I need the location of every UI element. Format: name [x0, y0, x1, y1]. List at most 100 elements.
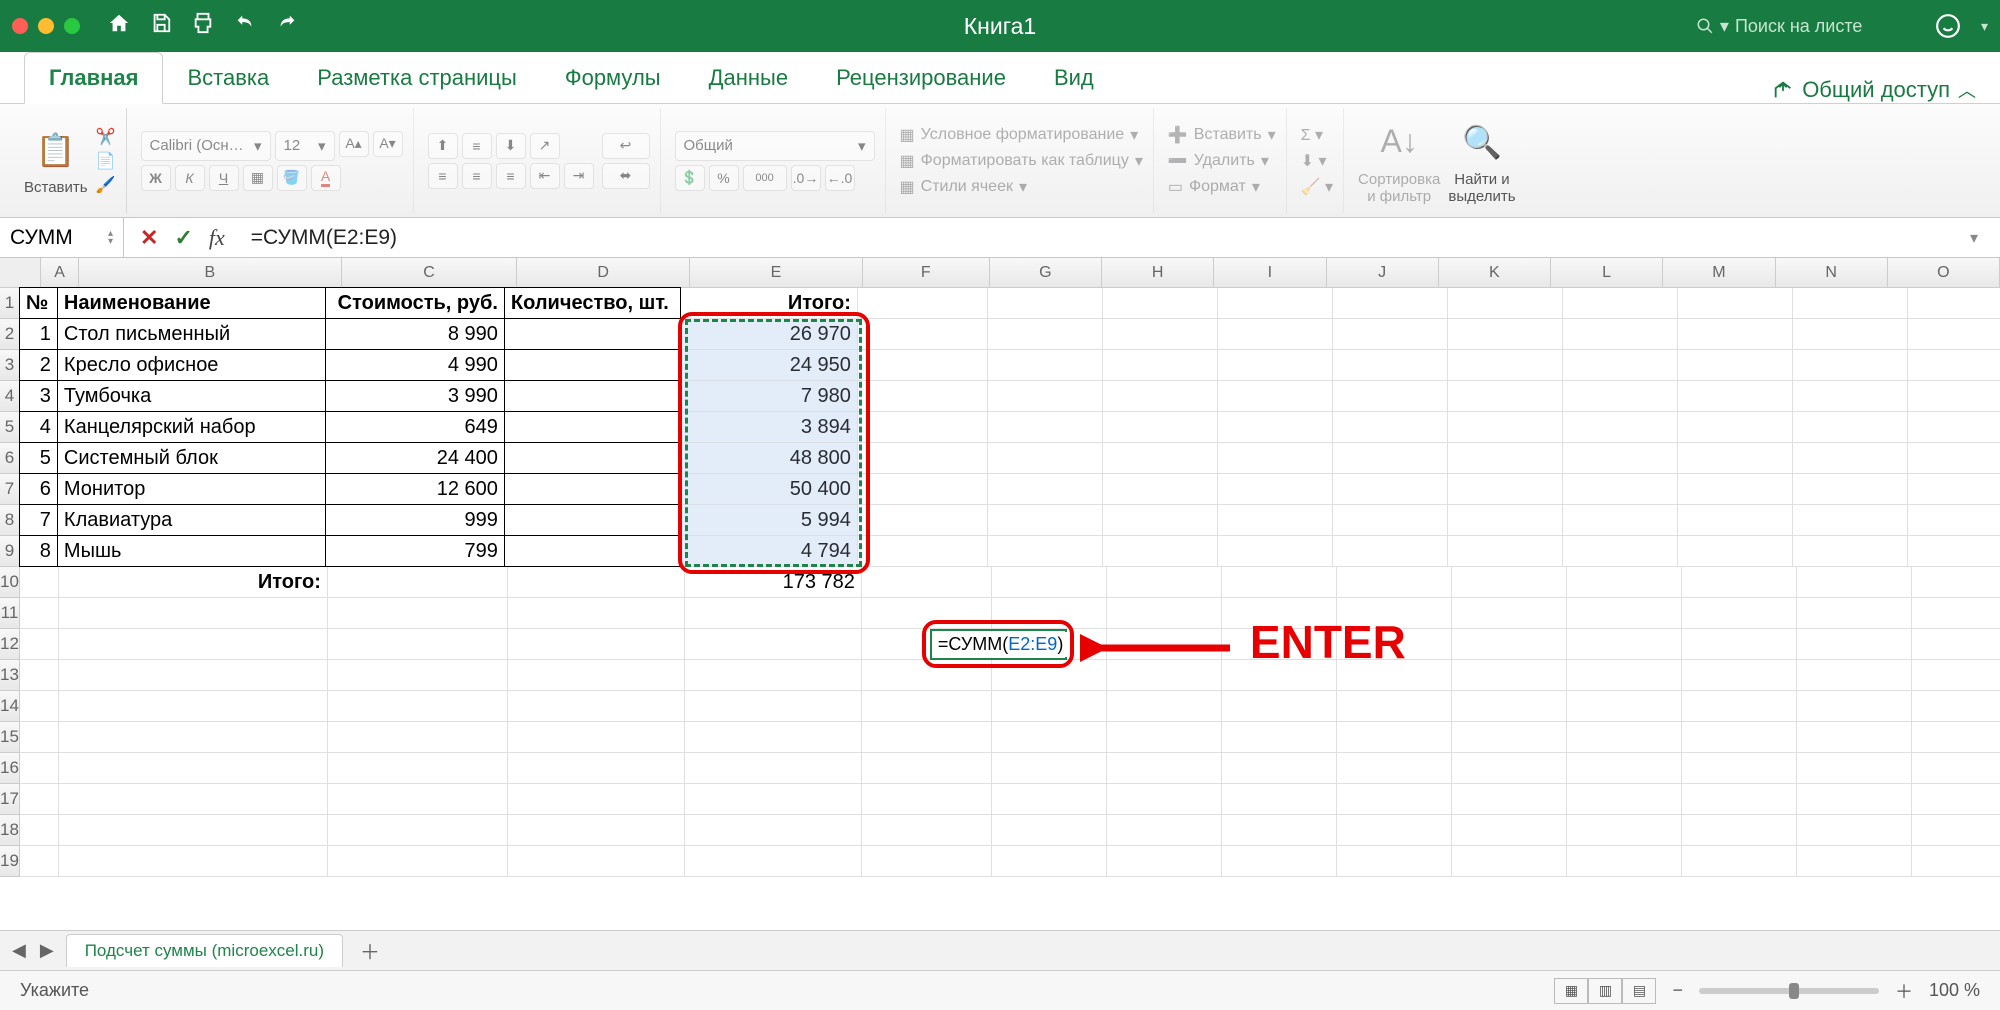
column-header[interactable]: D	[517, 258, 690, 287]
align-bottom-icon[interactable]: ⬇	[496, 133, 526, 159]
row-header[interactable]: 12	[0, 629, 20, 660]
search-input[interactable]	[1735, 16, 1915, 37]
feedback-icon[interactable]	[1935, 13, 1961, 39]
row-header[interactable]: 10	[0, 567, 20, 598]
sheet-nav-next-icon[interactable]: ▶	[40, 940, 54, 961]
cell[interactable]	[504, 473, 681, 505]
column-header[interactable]: I	[1214, 258, 1326, 287]
column-header[interactable]: N	[1776, 258, 1888, 287]
cell[interactable]: Клавиатура	[57, 504, 326, 536]
sort-filter-button[interactable]: A↓ Сортировка и фильтр	[1358, 117, 1440, 205]
cell[interactable]: Стоимость, руб.	[325, 287, 505, 319]
cell[interactable]: 7 980	[681, 381, 858, 412]
autosum-button[interactable]: Σ ▾	[1301, 125, 1333, 145]
cell[interactable]: 7	[19, 504, 58, 536]
percent-format-icon[interactable]: %	[709, 165, 739, 191]
cell[interactable]	[504, 411, 681, 443]
view-page-layout-icon[interactable]: ▥	[1588, 978, 1622, 1004]
insert-function-button[interactable]: fx	[209, 225, 225, 251]
close-window-button[interactable]	[12, 18, 28, 34]
column-header[interactable]: C	[342, 258, 518, 287]
cell[interactable]: Тумбочка	[57, 380, 326, 412]
cell[interactable]: 1	[19, 318, 58, 350]
align-middle-icon[interactable]: ≡	[462, 133, 492, 159]
font-size-select[interactable]: 12▾	[275, 131, 335, 161]
cell[interactable]: 8	[19, 535, 58, 567]
cell[interactable]: Системный блок	[57, 442, 326, 474]
copy-icon[interactable]: 📄	[96, 151, 116, 171]
format-cells-button[interactable]: ▭ Формат ▾	[1168, 177, 1276, 197]
font-name-select[interactable]: Calibri (Осн…▾	[141, 131, 271, 161]
merge-cells-icon[interactable]: ⬌	[602, 163, 650, 189]
column-header[interactable]: A	[41, 258, 79, 287]
row-header[interactable]: 2	[0, 319, 20, 350]
cell[interactable]: 173 782	[685, 567, 862, 598]
cell[interactable]: Итого:	[59, 567, 328, 598]
increase-decimal-icon[interactable]: .0→	[791, 165, 821, 191]
cell[interactable]: Наименование	[57, 287, 326, 319]
view-page-break-icon[interactable]: ▤	[1622, 978, 1656, 1004]
currency-format-icon[interactable]: 💲	[675, 165, 705, 191]
tab-view[interactable]: Вид	[1030, 53, 1118, 103]
cell[interactable]: Стол письменный	[57, 318, 326, 350]
column-header[interactable]: H	[1102, 258, 1214, 287]
cell[interactable]	[504, 504, 681, 536]
row-header[interactable]: 8	[0, 505, 20, 536]
cell[interactable]: 48 800	[681, 443, 858, 474]
add-sheet-button[interactable]: ＋	[355, 936, 385, 966]
column-header[interactable]: K	[1439, 258, 1551, 287]
column-header[interactable]: O	[1888, 258, 2000, 287]
decrease-indent-icon[interactable]: ⇤	[530, 163, 560, 189]
row-header[interactable]: 16	[0, 753, 20, 784]
undo-icon[interactable]	[234, 12, 256, 40]
minimize-window-button[interactable]	[38, 18, 54, 34]
row-header[interactable]: 7	[0, 474, 20, 505]
maximize-window-button[interactable]	[64, 18, 80, 34]
cell[interactable]: Количество, шт.	[504, 287, 681, 319]
insert-cells-button[interactable]: ➕ Вставить ▾	[1168, 125, 1276, 145]
find-select-button[interactable]: 🔍 Найти и выделить	[1448, 117, 1515, 205]
increase-indent-icon[interactable]: ⇥	[564, 163, 594, 189]
column-header[interactable]: M	[1663, 258, 1775, 287]
fill-button[interactable]: ⬇ ▾	[1301, 151, 1333, 171]
home-icon[interactable]	[108, 12, 130, 40]
tab-formulas[interactable]: Формулы	[541, 53, 685, 103]
cell[interactable]: 24 950	[681, 350, 858, 381]
zoom-slider[interactable]	[1699, 988, 1879, 994]
cell[interactable]: Кресло офисное	[57, 349, 326, 381]
cell[interactable]: 2	[19, 349, 58, 381]
wrap-text-icon[interactable]: ↩	[602, 133, 650, 159]
cell[interactable]: 3 894	[681, 412, 858, 443]
align-top-icon[interactable]: ⬆	[428, 133, 458, 159]
share-button[interactable]: Общий доступ	[1802, 77, 1950, 103]
cell[interactable]	[504, 442, 681, 474]
cancel-formula-button[interactable]: ✕	[140, 225, 158, 251]
select-all-corner[interactable]	[0, 258, 41, 287]
cell[interactable]: 4 990	[325, 349, 505, 381]
cell[interactable]: 4 794	[681, 536, 858, 567]
row-header[interactable]: 5	[0, 412, 20, 443]
row-header[interactable]: 19	[0, 846, 20, 877]
cell[interactable]: 24 400	[325, 442, 505, 474]
zoom-out-button[interactable]: −	[1672, 980, 1683, 1001]
redo-icon[interactable]	[276, 12, 298, 40]
row-header[interactable]: 18	[0, 815, 20, 846]
fill-color-button[interactable]: 🪣	[277, 165, 307, 191]
sheet-tab[interactable]: Подсчет суммы (microexcel.ru)	[66, 934, 343, 967]
cell[interactable]: 4	[19, 411, 58, 443]
save-icon[interactable]	[150, 12, 172, 40]
cell[interactable]: 50 400	[681, 474, 858, 505]
view-normal-icon[interactable]: ▦	[1554, 978, 1588, 1004]
expand-formula-bar-icon[interactable]: ▾	[1970, 228, 2000, 248]
italic-button[interactable]: К	[175, 165, 205, 191]
comma-format-icon[interactable]: 000	[743, 165, 787, 191]
print-icon[interactable]	[192, 12, 214, 40]
cell[interactable]: 8 990	[325, 318, 505, 350]
tab-insert[interactable]: Вставка	[163, 53, 293, 103]
cell[interactable]: Мышь	[57, 535, 326, 567]
font-color-button[interactable]: A	[311, 165, 341, 191]
align-center-icon[interactable]: ≡	[462, 163, 492, 189]
align-left-icon[interactable]: ≡	[428, 163, 458, 189]
cell[interactable]: Канцелярский набор	[57, 411, 326, 443]
column-header[interactable]: B	[79, 258, 342, 287]
